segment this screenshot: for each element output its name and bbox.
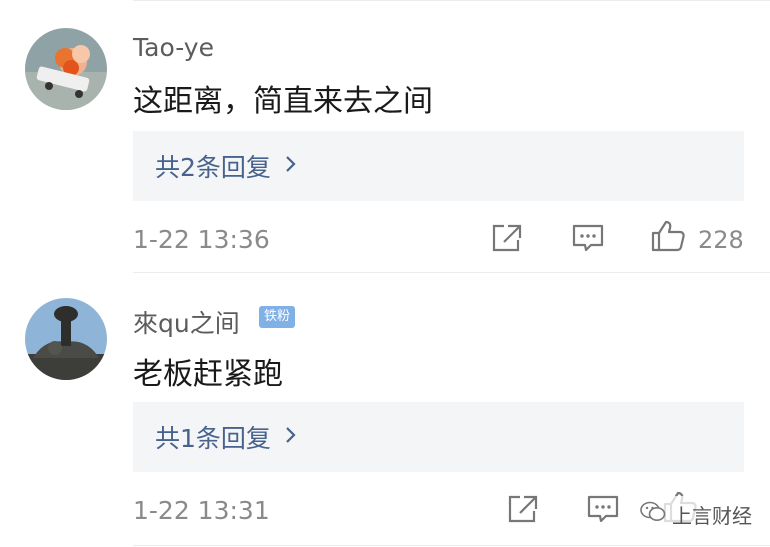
share-icon[interactable] bbox=[506, 493, 540, 529]
share-icon[interactable] bbox=[490, 222, 524, 258]
comment-divider bbox=[133, 272, 770, 273]
comment-text: 老板赶紧跑 bbox=[133, 357, 283, 392]
bottom-divider bbox=[133, 545, 770, 546]
avatar[interactable] bbox=[25, 298, 107, 380]
timestamp: 1-22 13:36 bbox=[133, 225, 270, 254]
fan-badge: 铁粉 bbox=[259, 306, 296, 328]
thumbs-up-icon[interactable] bbox=[650, 219, 686, 257]
wechat-icon bbox=[640, 501, 666, 528]
top-divider bbox=[133, 0, 770, 1]
comment-icon[interactable] bbox=[586, 493, 620, 529]
timestamp: 1-22 13:31 bbox=[133, 496, 270, 525]
view-replies-button[interactable]: 共1条回复 bbox=[133, 402, 744, 472]
comment-text: 这距离，简直来去之间 bbox=[133, 84, 433, 119]
username[interactable]: Tao-ye bbox=[133, 33, 214, 62]
chevron-right-icon bbox=[285, 154, 297, 179]
username[interactable]: 來qu之间 bbox=[133, 304, 240, 340]
replies-label: 共2条回复 bbox=[155, 153, 271, 182]
view-replies-button[interactable]: 共2条回复 bbox=[133, 131, 744, 201]
chevron-right-icon bbox=[285, 425, 297, 450]
avatar[interactable] bbox=[25, 28, 107, 110]
watermark: 上言财经 bbox=[640, 496, 752, 532]
watermark-text: 上言财经 bbox=[672, 503, 752, 528]
like-count: 228 bbox=[698, 226, 744, 254]
replies-label: 共1条回复 bbox=[155, 424, 271, 453]
comment-icon[interactable] bbox=[571, 222, 605, 258]
